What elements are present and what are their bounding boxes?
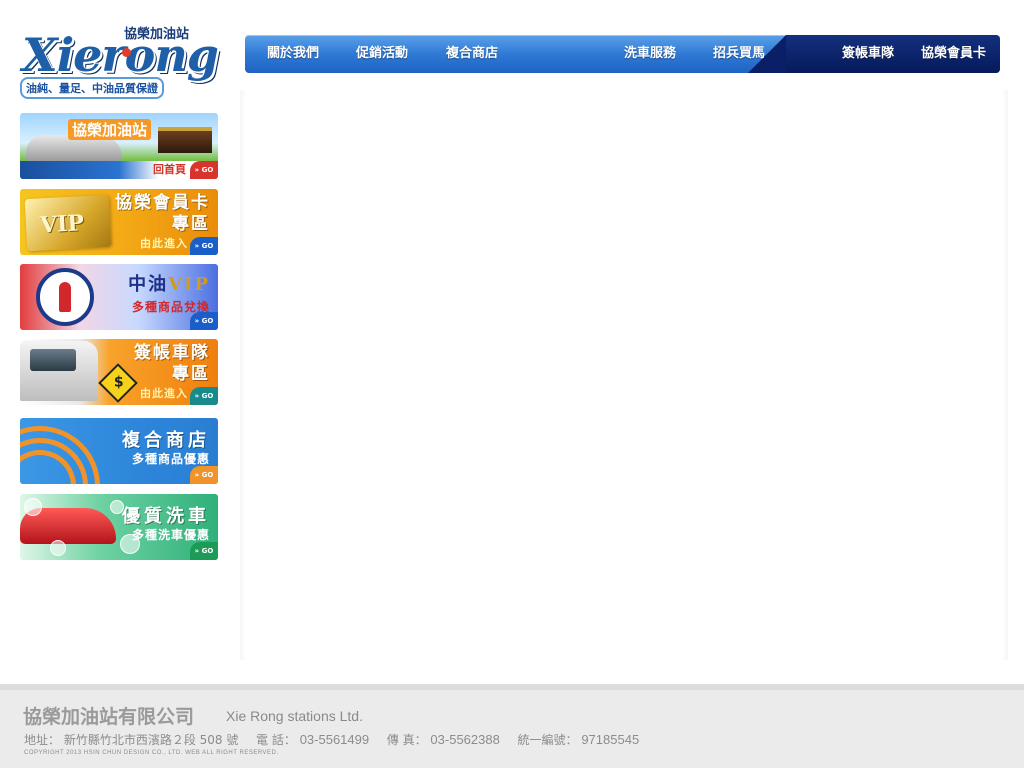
banner-cpc-vip-title: 中油VIP bbox=[128, 270, 210, 296]
truck-image bbox=[20, 341, 98, 401]
address-label: 地址： bbox=[24, 733, 61, 747]
station-image bbox=[158, 127, 212, 153]
banner-home-title: 協榮加油站 bbox=[68, 119, 152, 140]
phone-value: 03-5561499 bbox=[299, 732, 370, 747]
go-button[interactable]: » GO bbox=[190, 312, 218, 330]
nav-item-about[interactable]: 關於我們 bbox=[267, 35, 319, 73]
nav-item-fleet[interactable]: 簽帳車隊 bbox=[842, 35, 894, 73]
banner-carwash-title: 優質洗車 bbox=[122, 506, 210, 527]
banner-membership-title-line2: 專區 bbox=[172, 214, 210, 234]
vip-card-text: VIP bbox=[39, 210, 85, 239]
nav-item-carwash[interactable]: 洗車服務 bbox=[624, 35, 676, 73]
logo-tagline: 油純、量足、中油品質保證 bbox=[20, 77, 164, 99]
bubble bbox=[24, 498, 42, 516]
footer-company-name: 協榮加油站有限公司 bbox=[23, 706, 195, 728]
banner-fleet-title-line2: 專區 bbox=[172, 364, 210, 384]
dollar-sign-icon: $ bbox=[98, 363, 138, 403]
go-button[interactable]: » GO bbox=[190, 542, 218, 560]
footer-contact-info: 地址： 新竹縣竹北市西濱路２段 508 號 電 話： 03-5561499 傳 … bbox=[24, 731, 639, 748]
banner-fleet-title: 簽帳車隊 專區 bbox=[134, 343, 210, 385]
logo-dot-icon bbox=[122, 48, 131, 57]
footer: 協榮加油站有限公司 Xie Rong stations Ltd. 地址： 新竹縣… bbox=[0, 684, 1024, 768]
cpc-emblem-icon bbox=[36, 268, 94, 326]
banner-store[interactable]: 複合商店 多種商品優惠 » GO bbox=[20, 418, 218, 484]
bubble bbox=[50, 540, 66, 556]
banner-home-strip bbox=[20, 161, 218, 179]
top-nav: 關於我們 促銷活動 複合商店 洗車服務 招兵買馬 簽帳車隊 協榮會員卡 bbox=[245, 35, 1000, 73]
logo-brand-cn: 協榮加油站 bbox=[120, 22, 194, 43]
nav-item-store[interactable]: 複合商店 bbox=[446, 35, 498, 73]
banner-fleet-sub: 由此進入 bbox=[140, 387, 188, 400]
nav-item-membership[interactable]: 協榮會員卡 bbox=[921, 35, 986, 73]
banner-carwash-sub: 多種洗車優惠 bbox=[131, 528, 210, 542]
banner-fleet-title-line1: 簽帳車隊 bbox=[134, 343, 210, 363]
footer-company-en: Xie Rong stations Ltd. bbox=[226, 708, 363, 724]
vip-card-image: VIP bbox=[24, 194, 112, 252]
banner-fleet[interactable]: $ 簽帳車隊 專區 由此進入 » GO bbox=[20, 339, 218, 405]
main-content bbox=[240, 90, 1008, 660]
tax-id-value: 97185545 bbox=[581, 732, 640, 747]
nav-item-recruitment[interactable]: 招兵買馬 bbox=[713, 35, 765, 73]
banner-home[interactable]: 協榮加油站 回首頁 » GO bbox=[20, 113, 218, 179]
banner-carwash[interactable]: 優質洗車 多種洗車優惠 » GO bbox=[20, 494, 218, 560]
site-logo[interactable]: Xierong 協榮加油站 油純、量足、中油品質保證 bbox=[18, 22, 223, 99]
banner-membership-title: 協榮會員卡 專區 bbox=[115, 193, 210, 235]
go-button[interactable]: » GO bbox=[190, 387, 218, 405]
footer-copyright: COPYRIGHT 2013 HSIN CHUN DESIGN CO., LTD… bbox=[24, 750, 279, 756]
banner-home-label: 回首頁 bbox=[153, 163, 186, 176]
banner-store-sub: 多種商品優惠 bbox=[131, 452, 210, 466]
address-value: 新竹縣竹北市西濱路２段 508 號 bbox=[63, 733, 239, 747]
tax-id-label: 統一編號： bbox=[517, 733, 578, 747]
banner-store-title: 複合商店 bbox=[122, 430, 210, 451]
banner-membership[interactable]: VIP 協榮會員卡 專區 由此進入 » GO bbox=[20, 189, 218, 255]
go-button[interactable]: » GO bbox=[190, 237, 218, 255]
go-button[interactable]: » GO bbox=[190, 466, 218, 484]
fax-value: 03-5562388 bbox=[430, 732, 500, 747]
nav-item-promotions[interactable]: 促銷活動 bbox=[356, 35, 408, 73]
go-button[interactable]: » GO bbox=[190, 161, 218, 179]
banner-membership-sub: 由此進入 bbox=[140, 237, 188, 250]
banner-membership-title-line1: 協榮會員卡 bbox=[115, 193, 210, 213]
banner-cpc-vip[interactable]: 中油VIP 多種商品兌換 » GO bbox=[20, 264, 218, 330]
banner-cpc-title-vip: VIP bbox=[168, 274, 210, 295]
dollar-symbol: $ bbox=[113, 374, 124, 391]
fax-label: 傳 真： bbox=[386, 733, 427, 747]
banner-cpc-title-cn: 中油 bbox=[128, 274, 169, 295]
phone-label: 電 話： bbox=[256, 733, 296, 747]
